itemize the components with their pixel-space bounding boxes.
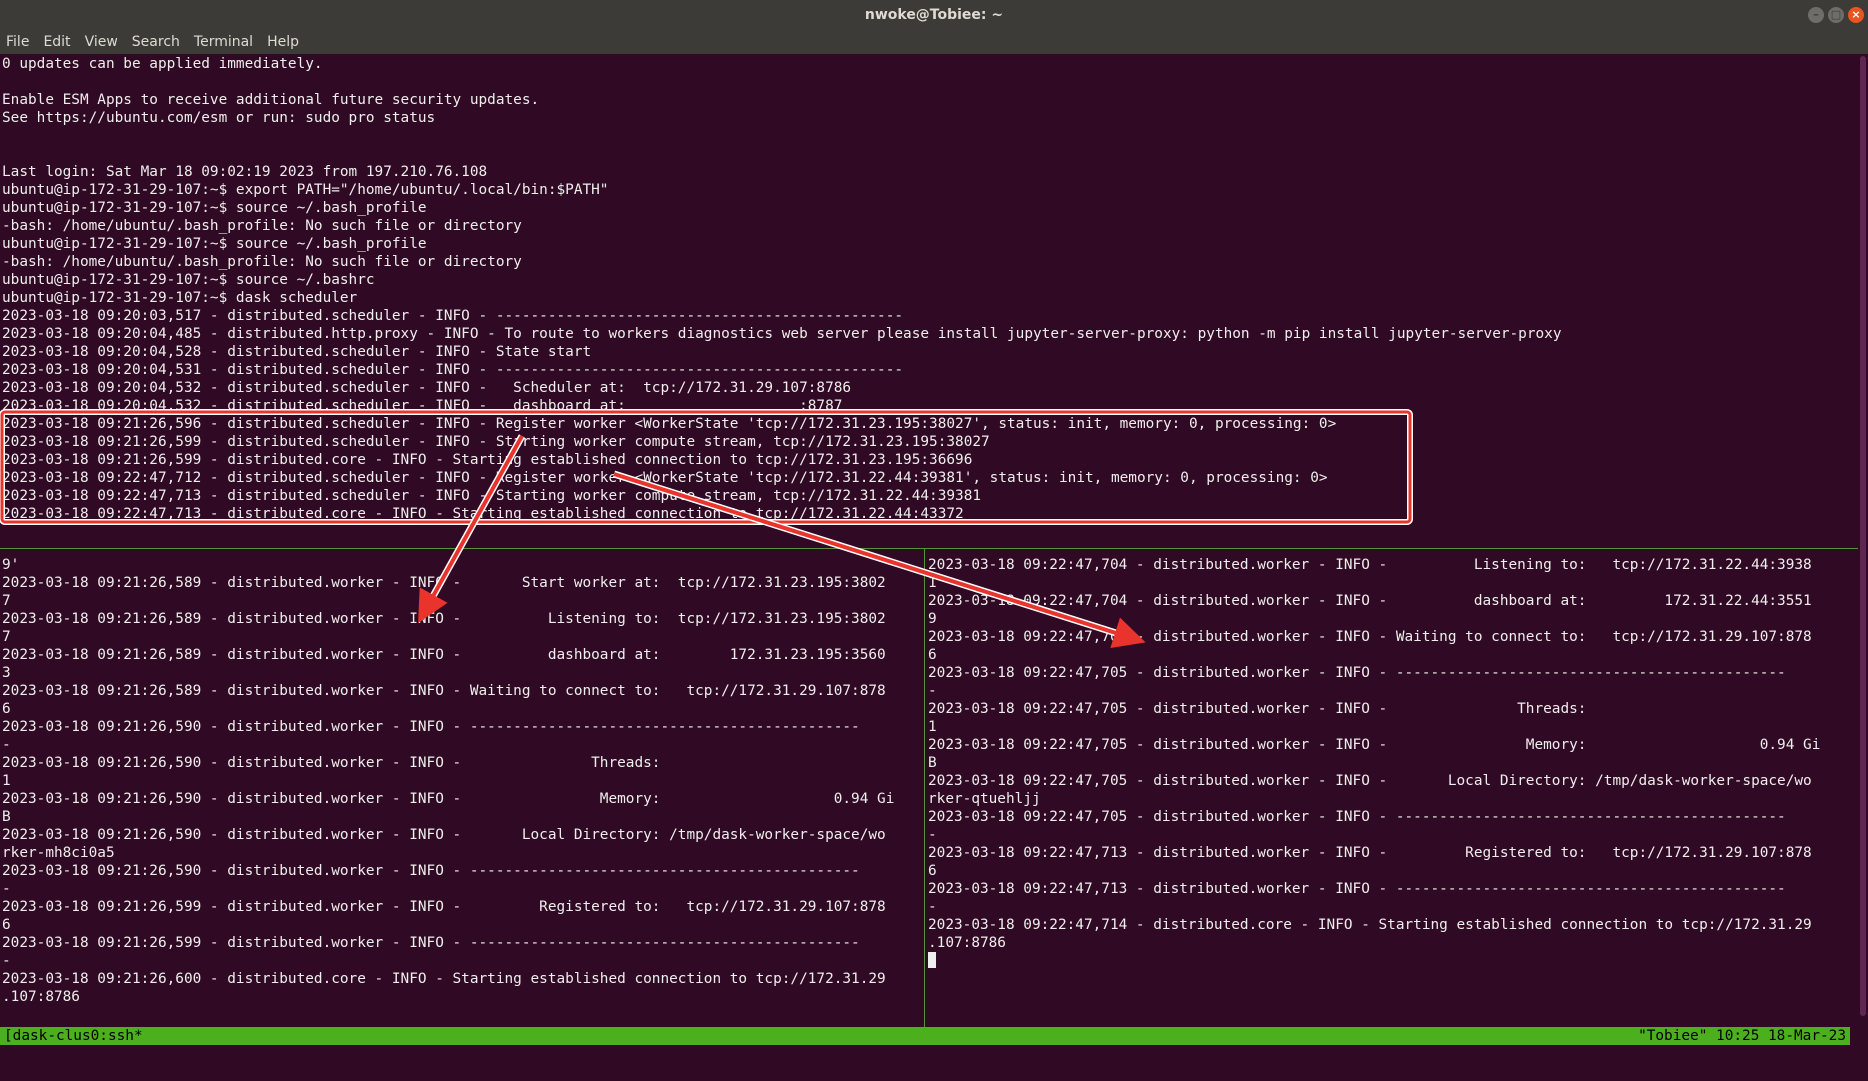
annotation-overlay bbox=[0, 409, 1413, 649]
